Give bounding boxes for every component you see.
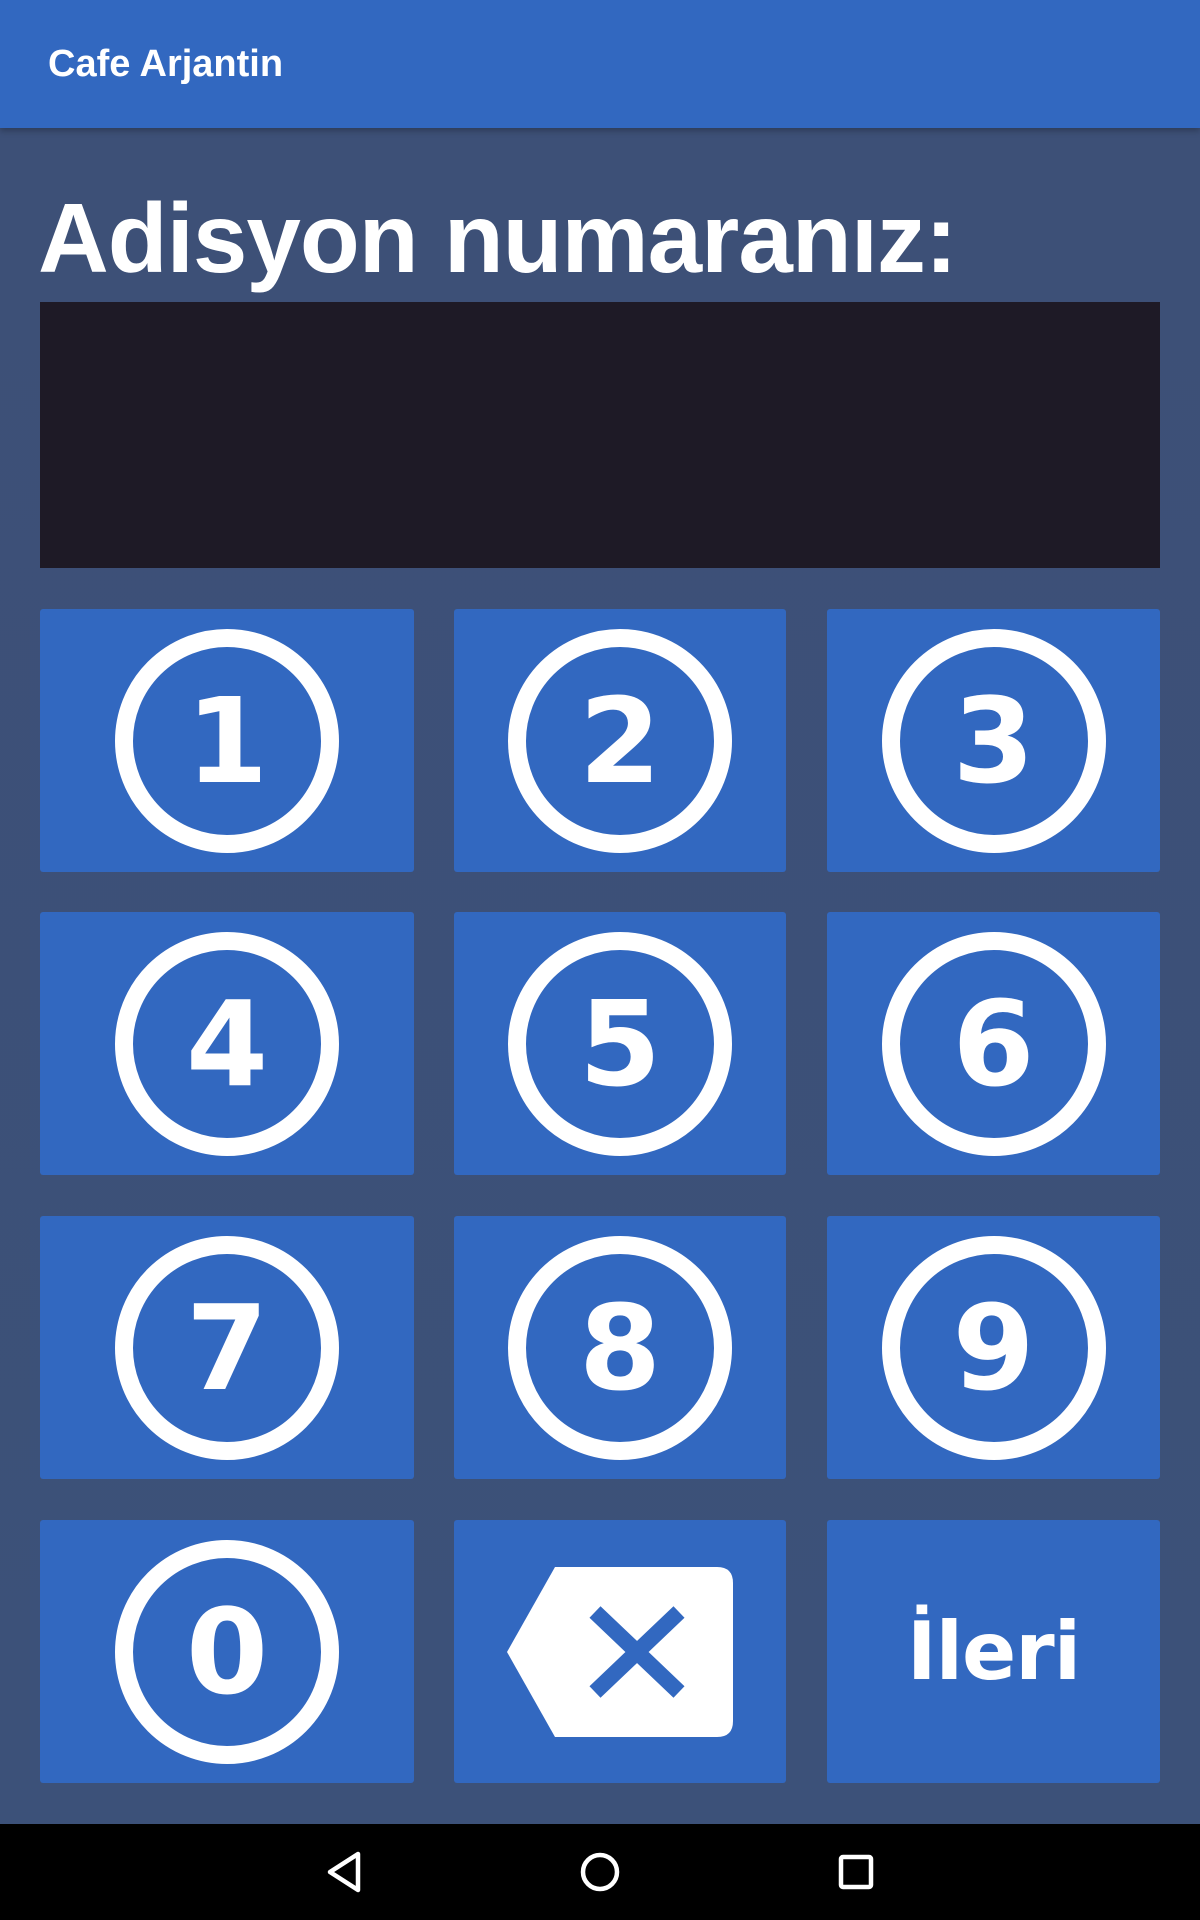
back-triangle-icon xyxy=(327,1851,361,1893)
key-5-label: 5 xyxy=(578,974,662,1113)
key-9-button[interactable]: 9 xyxy=(827,1216,1160,1479)
key-0-label: 0 xyxy=(185,1582,269,1721)
key-3-label: 3 xyxy=(952,671,1035,810)
key-7-button[interactable]: 7 xyxy=(40,1216,414,1479)
home-circle-icon xyxy=(580,1852,620,1892)
order-number-prompt: Adisyon numaranız: xyxy=(38,183,958,293)
key-1-button[interactable]: 1 xyxy=(40,609,414,872)
backspace-button[interactable] xyxy=(454,1520,786,1783)
key-9-label: 9 xyxy=(952,1278,1035,1417)
key-8-button[interactable]: 8 xyxy=(454,1216,786,1479)
backspace-icon xyxy=(507,1566,733,1737)
next-button-label: İleri xyxy=(906,1604,1081,1698)
key-0-button[interactable]: 0 xyxy=(40,1520,414,1783)
system-navigation-bar xyxy=(0,1824,1200,1920)
key-2-button[interactable]: 2 xyxy=(454,609,786,872)
key-4-button[interactable]: 4 xyxy=(40,912,414,1175)
circled-digit-4-icon: 4 xyxy=(115,931,339,1156)
circled-digit-2-icon: 2 xyxy=(508,628,732,853)
order-number-display[interactable] xyxy=(40,302,1160,568)
circled-digit-0-icon: 0 xyxy=(115,1539,339,1764)
nav-home-button[interactable] xyxy=(568,1840,632,1904)
key-8-label: 8 xyxy=(578,1278,662,1417)
circled-digit-1-icon: 1 xyxy=(115,628,339,853)
key-6-label: 6 xyxy=(952,974,1035,1113)
recents-square-icon xyxy=(838,1854,874,1890)
circled-digit-9-icon: 9 xyxy=(881,1235,1106,1460)
key-2-label: 2 xyxy=(578,671,662,810)
circled-digit-8-icon: 8 xyxy=(508,1235,732,1460)
app-bar: Cafe Arjantin xyxy=(0,0,1200,128)
circled-digit-7-icon: 7 xyxy=(115,1235,339,1460)
circled-digit-6-icon: 6 xyxy=(881,931,1106,1156)
key-4-label: 4 xyxy=(185,974,269,1113)
circled-digit-3-icon: 3 xyxy=(881,628,1106,853)
key-3-button[interactable]: 3 xyxy=(827,609,1160,872)
key-5-button[interactable]: 5 xyxy=(454,912,786,1175)
key-7-label: 7 xyxy=(185,1278,269,1417)
key-1-label: 1 xyxy=(185,671,269,810)
circled-digit-5-icon: 5 xyxy=(508,931,732,1156)
key-6-button[interactable]: 6 xyxy=(827,912,1160,1175)
nav-back-button[interactable] xyxy=(312,1840,376,1904)
nav-recents-button[interactable] xyxy=(824,1840,888,1904)
next-button[interactable]: İleri xyxy=(827,1520,1160,1783)
app-title: Cafe Arjantin xyxy=(48,43,284,85)
